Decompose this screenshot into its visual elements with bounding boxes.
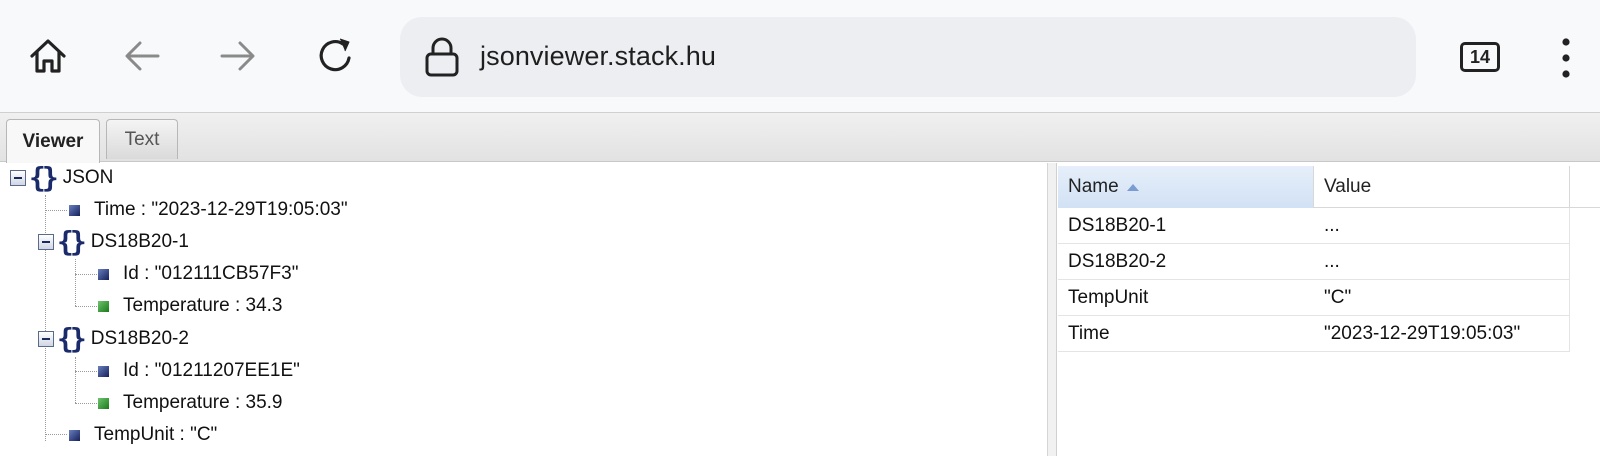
more-vert-icon[interactable] bbox=[1556, 38, 1576, 78]
tree-node-label: TempUnit : "C" bbox=[94, 424, 218, 445]
tree-connector bbox=[45, 434, 67, 435]
grid-cell-value: ... bbox=[1324, 251, 1340, 272]
string-node-icon bbox=[69, 429, 80, 441]
forward-arrow-icon[interactable] bbox=[216, 26, 260, 86]
table-row[interactable]: TempUnit "C" bbox=[1058, 280, 1570, 316]
tree-node-label: JSON bbox=[62, 167, 114, 188]
tab-viewer[interactable]: Viewer bbox=[6, 119, 100, 163]
string-node-icon bbox=[98, 365, 109, 377]
table-row[interactable]: DS18B20-1 ... bbox=[1058, 208, 1570, 244]
tree-node[interactable]: TempUnit : "C" bbox=[69, 421, 217, 449]
grid-cell-value: "C" bbox=[1324, 287, 1352, 308]
grid-cell-name: DS18B20-2 bbox=[1068, 251, 1167, 272]
number-node-icon bbox=[98, 397, 109, 409]
tree-node-label: DS18B20-2 bbox=[90, 328, 189, 349]
reload-icon[interactable] bbox=[314, 26, 358, 86]
string-node-icon bbox=[98, 268, 109, 280]
lock-icon bbox=[424, 37, 460, 77]
json-tree-pane: {} JSON Time : "2023-12-29T19:05:03" {} … bbox=[0, 163, 1048, 456]
braces-icon: {} bbox=[57, 322, 87, 355]
braces-icon: {} bbox=[29, 163, 59, 194]
url-text: jsonviewer.stack.hu bbox=[480, 41, 717, 71]
grid-cell-value: ... bbox=[1324, 215, 1340, 236]
tree-node[interactable]: Id : "01211207EE1E" bbox=[98, 357, 300, 385]
grid-cell-value: "2023-12-29T19:05:03" bbox=[1324, 323, 1521, 344]
column-header-label: Name bbox=[1068, 176, 1119, 197]
tree-connector bbox=[75, 371, 97, 372]
property-grid: Name Value DS18B20-1 ... DS18B20-2 ... T… bbox=[1058, 163, 1600, 456]
tree-node[interactable]: {} DS18B20-2 bbox=[38, 325, 189, 353]
grid-cell-name: Time bbox=[1068, 323, 1110, 344]
tree-connector bbox=[75, 274, 97, 275]
column-header-value[interactable]: Value bbox=[1314, 166, 1570, 208]
column-header-name[interactable]: Name bbox=[1058, 166, 1314, 208]
number-node-icon bbox=[98, 300, 109, 312]
home-icon[interactable] bbox=[26, 26, 70, 86]
tree-connector bbox=[75, 403, 97, 404]
app-tab-strip: Viewer Text bbox=[0, 112, 1600, 163]
string-node-icon bbox=[69, 204, 80, 216]
braces-icon: {} bbox=[57, 225, 87, 258]
table-row[interactable]: DS18B20-2 ... bbox=[1058, 244, 1570, 280]
table-row[interactable]: Time "2023-12-29T19:05:03" bbox=[1058, 316, 1570, 352]
tree-node[interactable]: Id : "012111CB57F3" bbox=[98, 260, 298, 288]
tree-node-label: DS18B20-1 bbox=[90, 231, 189, 252]
grid-cell-name: TempUnit bbox=[1068, 287, 1149, 308]
back-arrow-icon[interactable] bbox=[120, 26, 164, 86]
pane-splitter[interactable] bbox=[1048, 163, 1057, 456]
tree-node-label: Id : "01211207EE1E" bbox=[123, 360, 300, 381]
collapse-icon[interactable] bbox=[38, 331, 54, 347]
browser-toolbar: jsonviewer.stack.hu 14 bbox=[0, 0, 1600, 112]
tree-connector bbox=[75, 306, 97, 307]
tree-node[interactable]: Time : "2023-12-29T19:05:03" bbox=[69, 196, 348, 224]
sort-ascending-icon bbox=[1126, 183, 1139, 191]
tree-connector bbox=[45, 210, 67, 211]
address-bar[interactable]: jsonviewer.stack.hu bbox=[400, 17, 1416, 97]
tree-node[interactable]: Temperature : 34.3 bbox=[98, 292, 282, 320]
tree-connector bbox=[75, 259, 76, 306]
tree-node[interactable]: {} DS18B20-1 bbox=[38, 228, 189, 256]
tree-node-label: Temperature : 35.9 bbox=[123, 392, 283, 413]
tree-connector bbox=[75, 357, 76, 403]
tree-node-label: Time : "2023-12-29T19:05:03" bbox=[94, 199, 348, 220]
tree-node-label: Temperature : 34.3 bbox=[123, 295, 283, 316]
tab-text[interactable]: Text bbox=[106, 119, 178, 159]
grid-cell-name: DS18B20-1 bbox=[1068, 215, 1167, 236]
tree-node-label: Id : "012111CB57F3" bbox=[123, 263, 299, 284]
collapse-icon[interactable] bbox=[10, 170, 26, 186]
tab-switcher-icon[interactable]: 14 bbox=[1460, 42, 1500, 72]
tree-node[interactable]: Temperature : 35.9 bbox=[98, 389, 282, 417]
collapse-icon[interactable] bbox=[38, 234, 54, 250]
tree-root-node[interactable]: {} JSON bbox=[10, 164, 113, 192]
grid-header: Name Value bbox=[1058, 166, 1600, 208]
column-header-label: Value bbox=[1324, 176, 1372, 197]
